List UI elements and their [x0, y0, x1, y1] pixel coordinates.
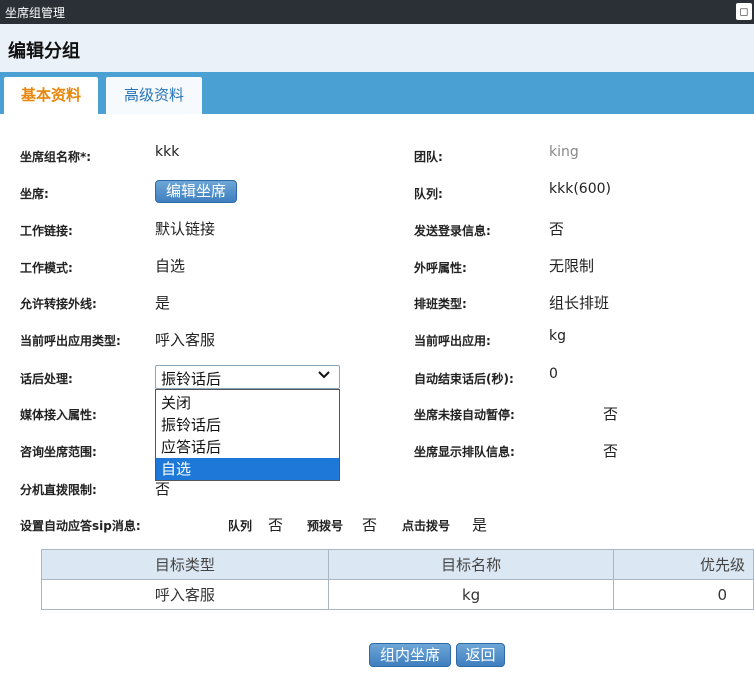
column-header-target-type: 目标类型	[41, 549, 329, 580]
send-login-value: 否	[549, 220, 565, 238]
sip-click-dial-label: 点击拨号	[402, 519, 451, 533]
table-cell-target-type: 呼入客服	[41, 579, 329, 610]
after-call-select[interactable]: 振铃话后	[155, 365, 340, 389]
team-value: king	[549, 144, 579, 160]
page-title: 编辑分组	[8, 41, 80, 62]
queue-value: kkk(600)	[549, 181, 611, 197]
table-row[interactable]: 呼入客服 kg 0	[41, 579, 754, 610]
team-label: 团队:	[414, 150, 443, 164]
show-queue-value: 否	[603, 442, 619, 460]
group-name-label: 坐席组名称*:	[20, 150, 92, 164]
after-call-selected: 振铃话后	[161, 370, 222, 388]
auto-pause-value: 否	[603, 405, 619, 423]
after-call-option-self[interactable]: 自选	[156, 458, 339, 480]
shift-type-label: 排班类型:	[414, 297, 467, 311]
chevron-down-icon	[317, 368, 331, 386]
sip-predial-value: 否	[362, 516, 378, 534]
sip-predial-label: 预拨号	[307, 519, 344, 533]
allow-transfer-label: 允许转接外线:	[20, 297, 97, 311]
agents-in-group-button[interactable]: 组内坐席	[369, 643, 451, 667]
work-mode-label: 工作模式:	[20, 261, 73, 275]
auto-end-label: 自动结束话后(秒):	[414, 372, 514, 386]
after-call-label: 话后处理:	[20, 372, 73, 386]
page-header: 编辑分组	[0, 24, 754, 72]
shift-type-value: 组长排班	[549, 294, 610, 312]
tab-advanced-info[interactable]: 高级资料	[106, 77, 202, 114]
allow-transfer-value: 是	[155, 294, 171, 312]
consult-range-label: 咨询坐席范围:	[20, 445, 97, 459]
work-link-value: 默认链接	[155, 220, 216, 238]
table-header-row: 目标类型 目标名称 优先级	[41, 549, 754, 580]
window-restore-icon[interactable]: ◻	[736, 3, 752, 20]
after-call-option-ring[interactable]: 振铃话后	[156, 414, 339, 436]
sip-queue-label: 队列	[228, 519, 253, 533]
sip-queue-value: 否	[268, 516, 284, 534]
column-header-target-name: 目标名称	[327, 549, 615, 580]
media-attr-label: 媒体接入属性:	[20, 408, 97, 422]
sip-click-dial-value: 是	[472, 516, 488, 534]
form-area: 坐席组名称*: kkk 坐席: 编辑坐席 工作链接: 默认链接 工作模式: 自选…	[0, 114, 754, 674]
ext-limit-label: 分机直拨限制:	[20, 483, 97, 497]
outbound-attr-label: 外呼属性:	[414, 261, 467, 275]
column-header-priority: 优先级	[613, 549, 754, 580]
tab-bar: 基本资料 高级资料	[0, 72, 754, 114]
work-link-label: 工作链接:	[20, 224, 73, 238]
show-queue-label: 坐席显示排队信息:	[414, 445, 515, 459]
table-cell-target-name: kg	[327, 579, 615, 610]
callout-app-label: 当前呼出应用:	[414, 334, 491, 348]
group-name-value: kkk	[155, 144, 180, 160]
auto-end-value: 0	[549, 366, 558, 382]
table-cell-priority: 0	[613, 579, 754, 610]
send-login-label: 发送登录信息:	[414, 224, 491, 238]
sip-label: 设置自动应答sip消息:	[20, 519, 141, 533]
window-title: 坐席组管理	[5, 6, 66, 20]
tab-basic-info[interactable]: 基本资料	[4, 77, 98, 114]
back-button[interactable]: 返回	[456, 643, 505, 667]
outbound-attr-value: 无限制	[549, 257, 595, 275]
ext-limit-value: 否	[155, 480, 171, 498]
window-titlebar: 坐席组管理 ◻	[0, 0, 754, 24]
agents-label: 坐席:	[20, 187, 49, 201]
edit-agents-button[interactable]: 编辑坐席	[155, 180, 237, 203]
queue-label: 队列:	[414, 187, 443, 201]
auto-pause-label: 坐席未接自动暂停:	[414, 408, 515, 422]
callout-app-type-label: 当前呼出应用类型:	[20, 334, 121, 348]
after-call-option-off[interactable]: 关闭	[156, 392, 339, 414]
after-call-dropdown: 关闭 振铃话后 应答话后 自选	[155, 389, 340, 481]
work-mode-value: 自选	[155, 257, 186, 275]
callout-app-type-value: 呼入客服	[155, 331, 216, 349]
after-call-option-answer[interactable]: 应答话后	[156, 436, 339, 458]
target-table: 目标类型 目标名称 优先级 呼入客服 kg 0	[41, 549, 754, 610]
form-content: 坐席组名称*: kkk 坐席: 编辑坐席 工作链接: 默认链接 工作模式: 自选…	[0, 114, 754, 674]
callout-app-value: kg	[549, 328, 566, 344]
